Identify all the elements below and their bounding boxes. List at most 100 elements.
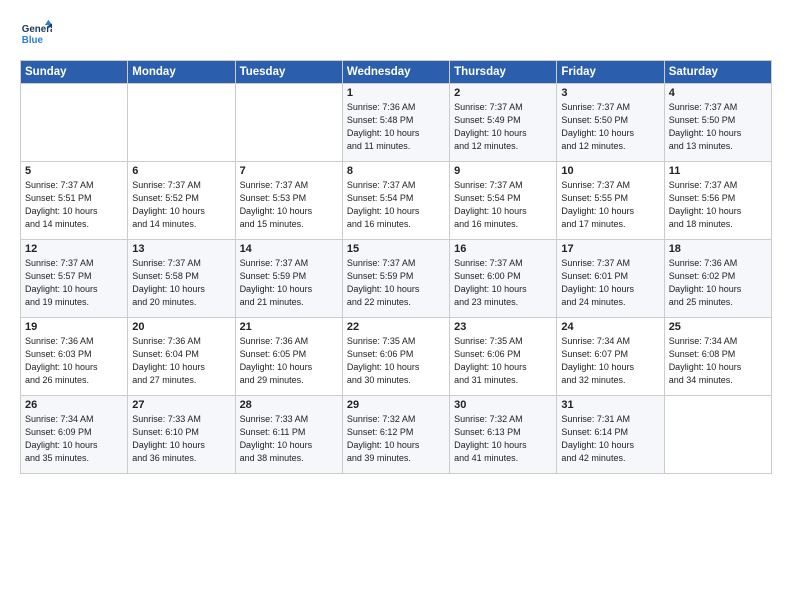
cell-week4-day2: 20 Sunrise: 7:36 AM Sunset: 6:04 PM Dayli… (128, 318, 235, 396)
day-number: 7 (240, 165, 338, 177)
day-info: Sunrise: 7:37 AM Sunset: 5:53 PM Dayligh… (240, 179, 338, 231)
cell-week1-day2 (128, 84, 235, 162)
day-number: 16 (454, 243, 552, 255)
day-header-sunday: Sunday (21, 61, 128, 84)
day-info: Sunrise: 7:37 AM Sunset: 5:54 PM Dayligh… (454, 179, 552, 231)
svg-text:General: General (22, 24, 52, 35)
day-number: 31 (561, 399, 659, 411)
cell-week3-day2: 13 Sunrise: 7:37 AM Sunset: 5:58 PM Dayli… (128, 240, 235, 318)
day-number: 25 (669, 321, 767, 333)
logo: General Blue (20, 18, 56, 50)
calendar-page: General Blue SundayMondayTuesdayWednesda… (0, 0, 792, 612)
day-info: Sunrise: 7:36 AM Sunset: 6:05 PM Dayligh… (240, 335, 338, 387)
cell-week1-day4: 1Sunrise: 7:36 AM Sunset: 5:48 PM Daylig… (342, 84, 449, 162)
cell-week2-day2: 6 Sunrise: 7:37 AM Sunset: 5:52 PM Daylig… (128, 162, 235, 240)
day-number: 15 (347, 243, 445, 255)
day-info: Sunrise: 7:37 AM Sunset: 5:52 PM Dayligh… (132, 179, 230, 231)
week-row-3: 12 Sunrise: 7:37 AM Sunset: 5:57 PM Dayli… (21, 240, 772, 318)
week-row-5: 26 Sunrise: 7:34 AM Sunset: 6:09 PM Dayli… (21, 396, 772, 474)
day-info: Sunrise: 7:37 AM Sunset: 5:51 PM Dayligh… (25, 179, 123, 231)
day-number: 26 (25, 399, 123, 411)
cell-week4-day7: 25 Sunrise: 7:34 AM Sunset: 6:08 PM Dayli… (664, 318, 771, 396)
cell-week3-day3: 14Sunrise: 7:37 AM Sunset: 5:59 PM Dayli… (235, 240, 342, 318)
cell-week5-day2: 27 Sunrise: 7:33 AM Sunset: 6:10 PM Dayli… (128, 396, 235, 474)
day-number: 6 (132, 165, 230, 177)
cell-week2-day6: 10 Sunrise: 7:37 AM Sunset: 5:55 PM Dayli… (557, 162, 664, 240)
cell-week5-day3: 28Sunrise: 7:33 AM Sunset: 6:11 PM Dayli… (235, 396, 342, 474)
week-row-2: 5Sunrise: 7:37 AM Sunset: 5:51 PM Daylig… (21, 162, 772, 240)
day-header-friday: Friday (557, 61, 664, 84)
day-info: Sunrise: 7:37 AM Sunset: 5:59 PM Dayligh… (347, 257, 445, 309)
day-header-tuesday: Tuesday (235, 61, 342, 84)
day-number: 13 (132, 243, 230, 255)
day-info: Sunrise: 7:37 AM Sunset: 5:59 PM Dayligh… (240, 257, 338, 309)
cell-week1-day6: 3Sunrise: 7:37 AM Sunset: 5:50 PM Daylig… (557, 84, 664, 162)
day-number: 9 (454, 165, 552, 177)
day-info: Sunrise: 7:37 AM Sunset: 6:00 PM Dayligh… (454, 257, 552, 309)
cell-week1-day7: 4 Sunrise: 7:37 AM Sunset: 5:50 PM Daylig… (664, 84, 771, 162)
day-number: 20 (132, 321, 230, 333)
day-header-saturday: Saturday (664, 61, 771, 84)
day-info: Sunrise: 7:34 AM Sunset: 6:07 PM Dayligh… (561, 335, 659, 387)
cell-week2-day7: 11Sunrise: 7:37 AM Sunset: 5:56 PM Dayli… (664, 162, 771, 240)
calendar-table: SundayMondayTuesdayWednesdayThursdayFrid… (20, 60, 772, 474)
cell-week4-day5: 23Sunrise: 7:35 AM Sunset: 6:06 PM Dayli… (450, 318, 557, 396)
day-number: 29 (347, 399, 445, 411)
day-number: 2 (454, 87, 552, 99)
day-info: Sunrise: 7:37 AM Sunset: 6:01 PM Dayligh… (561, 257, 659, 309)
cell-week2-day4: 8 Sunrise: 7:37 AM Sunset: 5:54 PM Daylig… (342, 162, 449, 240)
day-header-monday: Monday (128, 61, 235, 84)
cell-week3-day4: 15 Sunrise: 7:37 AM Sunset: 5:59 PM Dayli… (342, 240, 449, 318)
cell-week5-day5: 30Sunrise: 7:32 AM Sunset: 6:13 PM Dayli… (450, 396, 557, 474)
day-number: 10 (561, 165, 659, 177)
day-number: 27 (132, 399, 230, 411)
day-info: Sunrise: 7:35 AM Sunset: 6:06 PM Dayligh… (347, 335, 445, 387)
cell-week3-day5: 16 Sunrise: 7:37 AM Sunset: 6:00 PM Dayli… (450, 240, 557, 318)
cell-week1-day3 (235, 84, 342, 162)
header: General Blue (20, 18, 772, 50)
cell-week3-day1: 12 Sunrise: 7:37 AM Sunset: 5:57 PM Dayli… (21, 240, 128, 318)
day-info: Sunrise: 7:37 AM Sunset: 5:58 PM Dayligh… (132, 257, 230, 309)
day-number: 8 (347, 165, 445, 177)
cell-week4-day4: 22 Sunrise: 7:35 AM Sunset: 6:06 PM Dayli… (342, 318, 449, 396)
day-number: 11 (669, 165, 767, 177)
day-info: Sunrise: 7:36 AM Sunset: 6:04 PM Dayligh… (132, 335, 230, 387)
cell-week5-day6: 31Sunrise: 7:31 AM Sunset: 6:14 PM Dayli… (557, 396, 664, 474)
day-info: Sunrise: 7:35 AM Sunset: 6:06 PM Dayligh… (454, 335, 552, 387)
cell-week5-day4: 29 Sunrise: 7:32 AM Sunset: 6:12 PM Dayli… (342, 396, 449, 474)
day-header-thursday: Thursday (450, 61, 557, 84)
day-info: Sunrise: 7:37 AM Sunset: 5:57 PM Dayligh… (25, 257, 123, 309)
day-info: Sunrise: 7:37 AM Sunset: 5:55 PM Dayligh… (561, 179, 659, 231)
cell-week3-day7: 18 Sunrise: 7:36 AM Sunset: 6:02 PM Dayli… (664, 240, 771, 318)
day-info: Sunrise: 7:37 AM Sunset: 5:54 PM Dayligh… (347, 179, 445, 231)
day-number: 21 (240, 321, 338, 333)
cell-week3-day6: 17 Sunrise: 7:37 AM Sunset: 6:01 PM Dayli… (557, 240, 664, 318)
cell-week2-day5: 9 Sunrise: 7:37 AM Sunset: 5:54 PM Daylig… (450, 162, 557, 240)
day-number: 4 (669, 87, 767, 99)
day-number: 24 (561, 321, 659, 333)
day-number: 22 (347, 321, 445, 333)
logo-icon: General Blue (20, 18, 52, 50)
day-info: Sunrise: 7:37 AM Sunset: 5:49 PM Dayligh… (454, 101, 552, 153)
day-number: 1 (347, 87, 445, 99)
day-info: Sunrise: 7:34 AM Sunset: 6:08 PM Dayligh… (669, 335, 767, 387)
day-info: Sunrise: 7:33 AM Sunset: 6:10 PM Dayligh… (132, 413, 230, 465)
day-number: 18 (669, 243, 767, 255)
day-number: 17 (561, 243, 659, 255)
day-info: Sunrise: 7:32 AM Sunset: 6:12 PM Dayligh… (347, 413, 445, 465)
day-info: Sunrise: 7:34 AM Sunset: 6:09 PM Dayligh… (25, 413, 123, 465)
day-number: 12 (25, 243, 123, 255)
cell-week5-day1: 26 Sunrise: 7:34 AM Sunset: 6:09 PM Dayli… (21, 396, 128, 474)
day-info: Sunrise: 7:36 AM Sunset: 6:02 PM Dayligh… (669, 257, 767, 309)
cell-week4-day6: 24 Sunrise: 7:34 AM Sunset: 6:07 PM Dayli… (557, 318, 664, 396)
week-row-1: 1Sunrise: 7:36 AM Sunset: 5:48 PM Daylig… (21, 84, 772, 162)
day-info: Sunrise: 7:36 AM Sunset: 6:03 PM Dayligh… (25, 335, 123, 387)
cell-week1-day5: 2 Sunrise: 7:37 AM Sunset: 5:49 PM Daylig… (450, 84, 557, 162)
cell-week4-day1: 19Sunrise: 7:36 AM Sunset: 6:03 PM Dayli… (21, 318, 128, 396)
cell-week1-day1 (21, 84, 128, 162)
cell-week5-day7 (664, 396, 771, 474)
cell-week4-day3: 21 Sunrise: 7:36 AM Sunset: 6:05 PM Dayli… (235, 318, 342, 396)
day-info: Sunrise: 7:37 AM Sunset: 5:50 PM Dayligh… (669, 101, 767, 153)
day-info: Sunrise: 7:37 AM Sunset: 5:50 PM Dayligh… (561, 101, 659, 153)
week-row-4: 19Sunrise: 7:36 AM Sunset: 6:03 PM Dayli… (21, 318, 772, 396)
